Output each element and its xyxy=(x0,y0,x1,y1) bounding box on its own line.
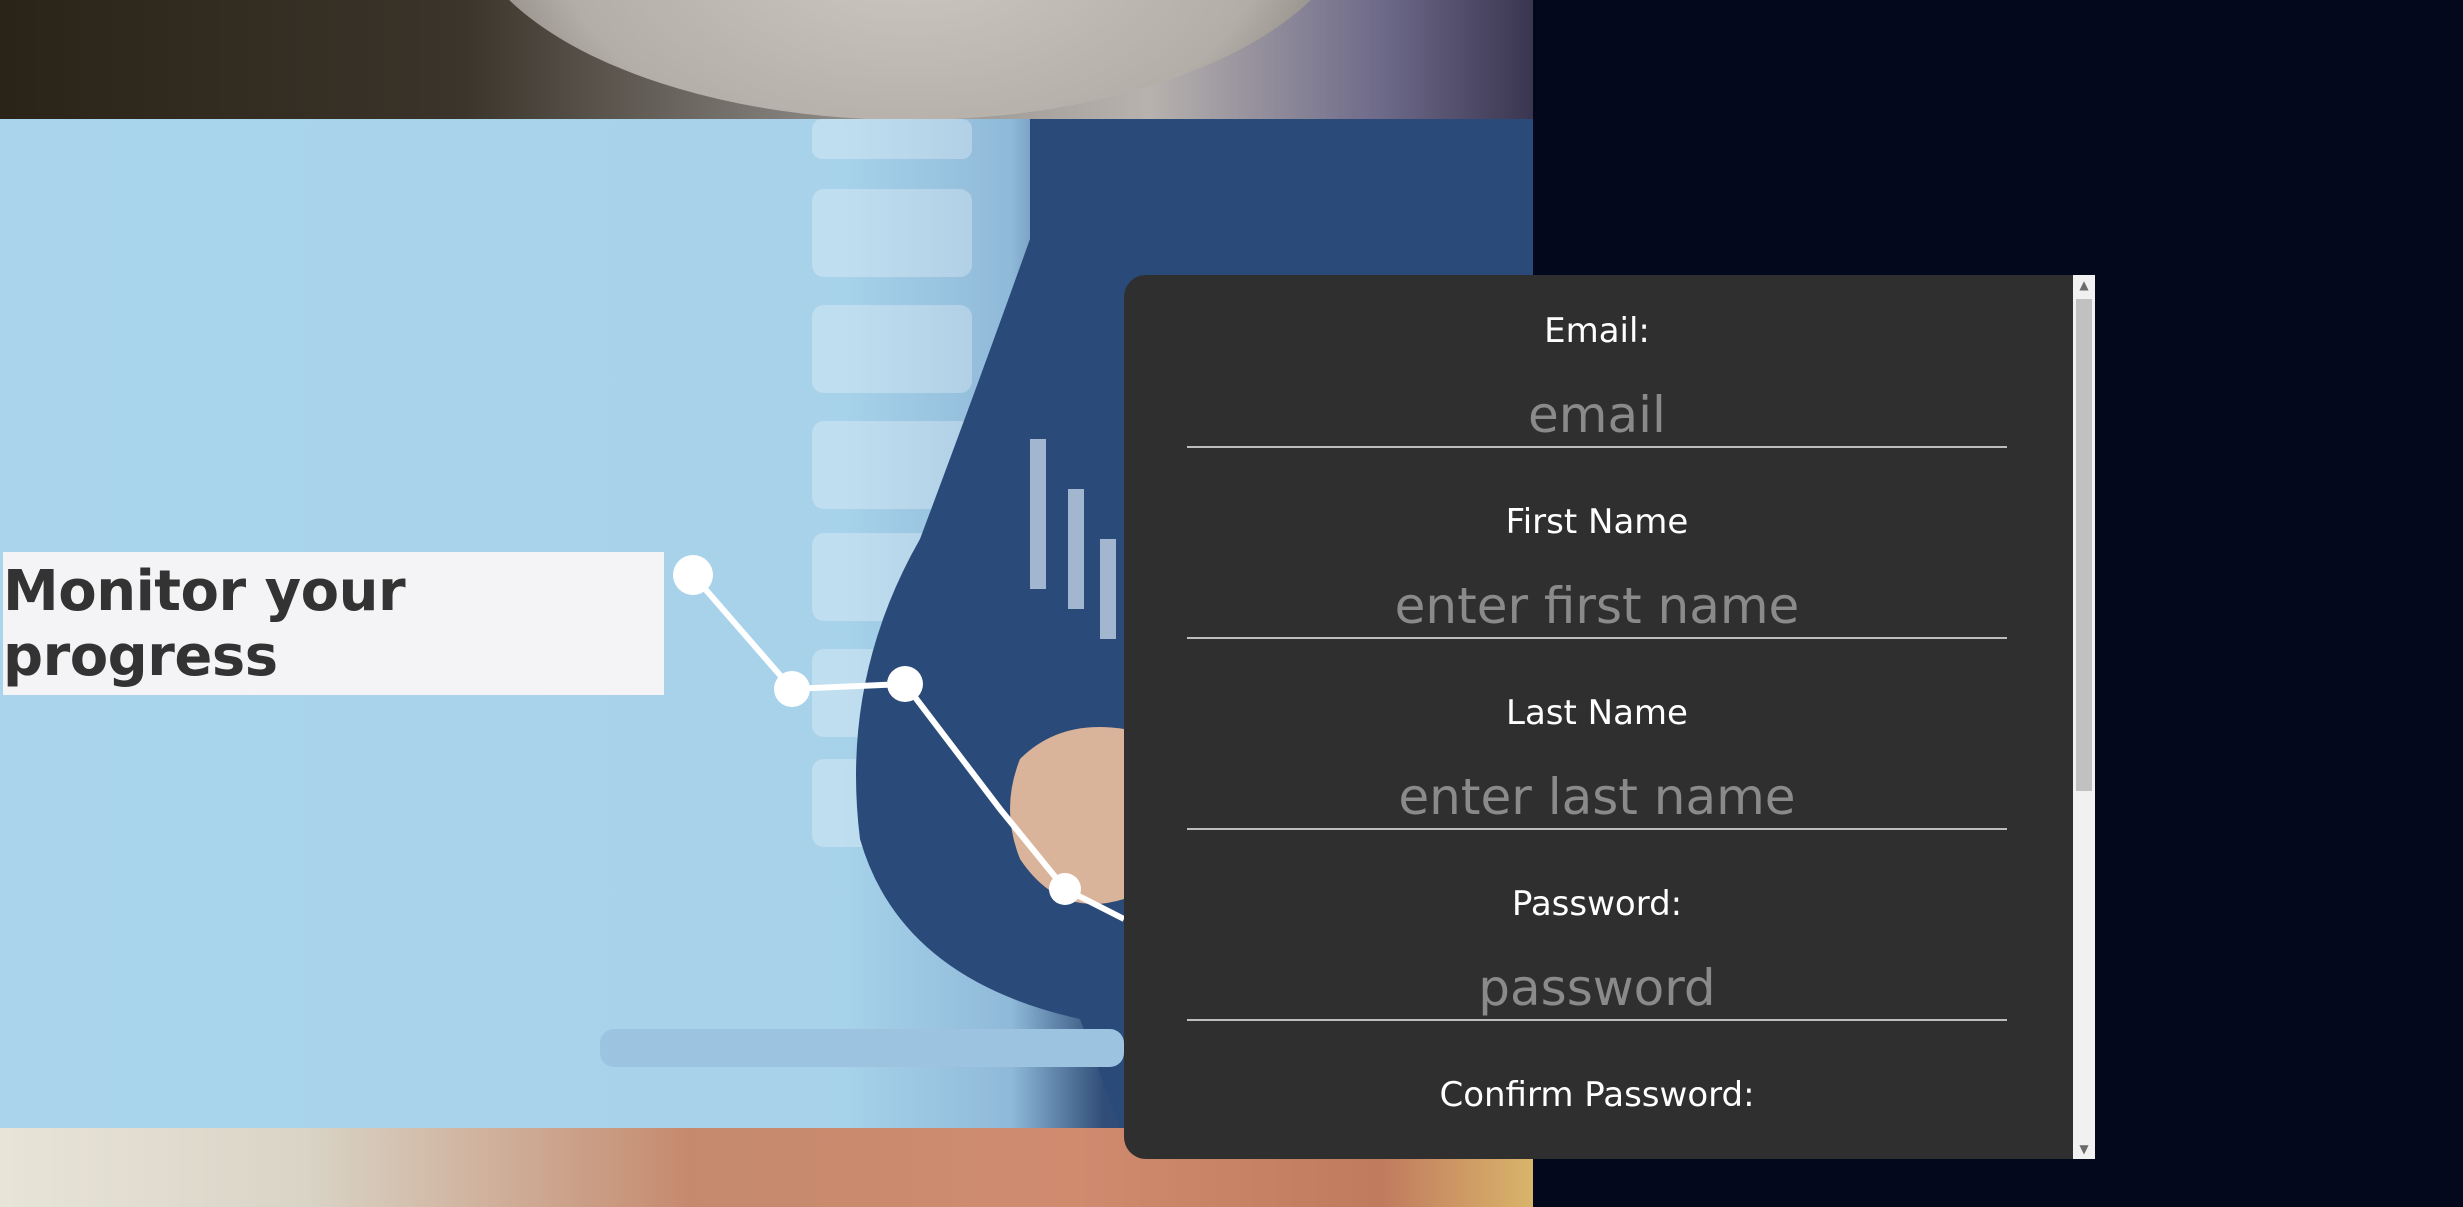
page: Monitor your progress Email: First Name … xyxy=(0,0,2463,1207)
confirm-password-field-group: Confirm Password: xyxy=(1187,1078,2007,1112)
form-fields: Email: First Name Last Name Password: Co… xyxy=(1124,275,2073,1159)
first-name-field-group: First Name xyxy=(1187,505,2007,639)
signup-form: Email: First Name Last Name Password: Co… xyxy=(1124,275,2073,1159)
headline-banner: Monitor your progress xyxy=(3,552,664,695)
scrollbar-thumb[interactable] xyxy=(2076,299,2092,791)
last-name-input[interactable] xyxy=(1187,766,2007,830)
email-label: Email: xyxy=(1544,311,1650,351)
confirm-password-label: Confirm Password: xyxy=(1439,1075,1755,1115)
first-name-label: First Name xyxy=(1505,502,1689,542)
scroll-down-arrow-icon[interactable]: ▼ xyxy=(2073,1139,2095,1159)
dial-decoration xyxy=(460,0,1360,120)
last-name-label: Last Name xyxy=(1506,693,1688,733)
headline: Monitor your progress xyxy=(3,558,406,689)
password-field-group: Password: xyxy=(1187,887,2007,1021)
email-input[interactable] xyxy=(1187,384,2007,448)
email-field-group: Email: xyxy=(1187,314,2007,448)
first-name-input[interactable] xyxy=(1187,575,2007,639)
form-scrollbar[interactable]: ▲ ▼ xyxy=(2073,275,2095,1159)
last-name-field-group: Last Name xyxy=(1187,696,2007,830)
password-label: Password: xyxy=(1511,884,1683,924)
password-input[interactable] xyxy=(1187,957,2007,1021)
hero-top-photo-strip xyxy=(0,0,1533,120)
scroll-up-arrow-icon[interactable]: ▲ xyxy=(2073,275,2095,295)
